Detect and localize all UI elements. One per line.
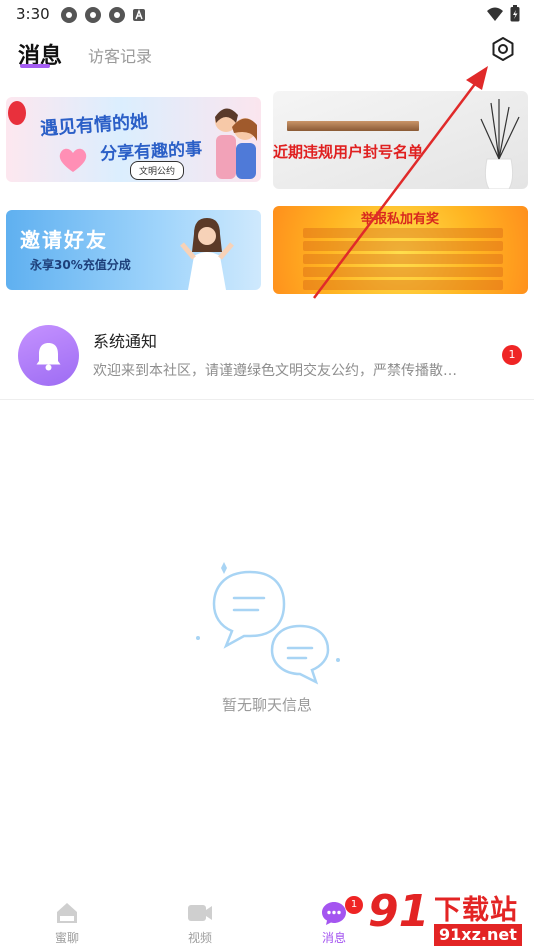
nav-messages[interactable]: 1 消息 [301, 896, 367, 948]
banner-4-title: 举报私加有奖 [361, 212, 440, 227]
fine-print-line [303, 267, 503, 277]
empty-state-text: 暂无聊天信息 [221, 696, 312, 714]
banner-banned-users[interactable]: 近期违规用户封号名单 [273, 91, 528, 189]
vase-illustration [480, 99, 520, 189]
settings-icon[interactable] [489, 35, 517, 63]
nav-video[interactable]: 视频 [167, 900, 233, 948]
tab-visitor-records[interactable]: 访客记录 [88, 43, 152, 67]
nav-unread-badge: 1 [345, 896, 363, 914]
banner-1-line-1: 遇见有情的她 [39, 111, 149, 140]
battery-charging-icon [510, 5, 520, 22]
couple-illustration [215, 108, 257, 179]
banner-3-subtitle: 永享30%充值分成 [30, 258, 131, 272]
wifi-icon [487, 7, 503, 21]
app-icon [85, 7, 101, 23]
watermark-brand: 91 [368, 886, 430, 937]
banner-3-title: 邀请好友 [20, 228, 108, 252]
status-bar: 3:30 [0, 0, 534, 28]
nav-label: 视频 [187, 931, 212, 945]
system-notification-item[interactable]: 系统通知 欢迎来到本社区，请谨遵绿色文明交友公约，严禁传播散… 1 [0, 314, 534, 400]
app-icon [109, 7, 125, 23]
fine-print-line [303, 280, 503, 290]
notification-title: 系统通知 [93, 332, 158, 351]
fine-print-line [303, 254, 503, 264]
shelf-illustration [287, 121, 419, 131]
active-tab-indicator [20, 64, 50, 68]
video-icon [188, 905, 212, 921]
banner-4-fine-print [303, 228, 503, 293]
watermark-text: 下载站 [434, 895, 518, 926]
chat-bubbles-icon [196, 562, 340, 685]
girl-illustration [180, 218, 234, 290]
status-time: 3:30 [16, 5, 50, 23]
status-notification-icons [60, 6, 146, 24]
site-watermark: 91 下载站 91xz.net [368, 884, 534, 950]
notification-avatar [18, 325, 79, 386]
balloon-icon [8, 101, 26, 125]
fine-print-line [303, 241, 503, 251]
nav-label: 消息 [321, 931, 346, 945]
nav-honey-chat[interactable]: 蜜聊 [34, 900, 100, 948]
nav-label: 蜜聊 [54, 931, 79, 945]
notification-preview: 欢迎来到本社区，请谨遵绿色文明交友公约，严禁传播散… [93, 363, 457, 379]
heart-icon [59, 148, 87, 172]
banner-1-button: 文明公约 [130, 161, 185, 180]
app-icon [61, 7, 77, 23]
status-system-icons [486, 5, 520, 22]
bell-icon [36, 343, 61, 371]
banner-2-title: 近期违规用户封号名单 [273, 143, 424, 161]
a-notification-icon [133, 9, 145, 21]
banner-invite-friends[interactable]: 邀请好友 永享30%充值分成 [6, 210, 261, 290]
header: 消息 访客记录 [0, 30, 534, 78]
home-icon [57, 903, 77, 923]
unread-badge: 1 [502, 345, 522, 365]
banner-meet-her[interactable]: 遇见有情的她 分享有趣的事 文明公约 [6, 97, 261, 182]
watermark-url: 91xz.net [434, 924, 522, 946]
message-icon [322, 902, 346, 925]
fine-print-line [303, 228, 503, 238]
banner-report-reward[interactable]: 举报私加有奖 [273, 206, 528, 294]
